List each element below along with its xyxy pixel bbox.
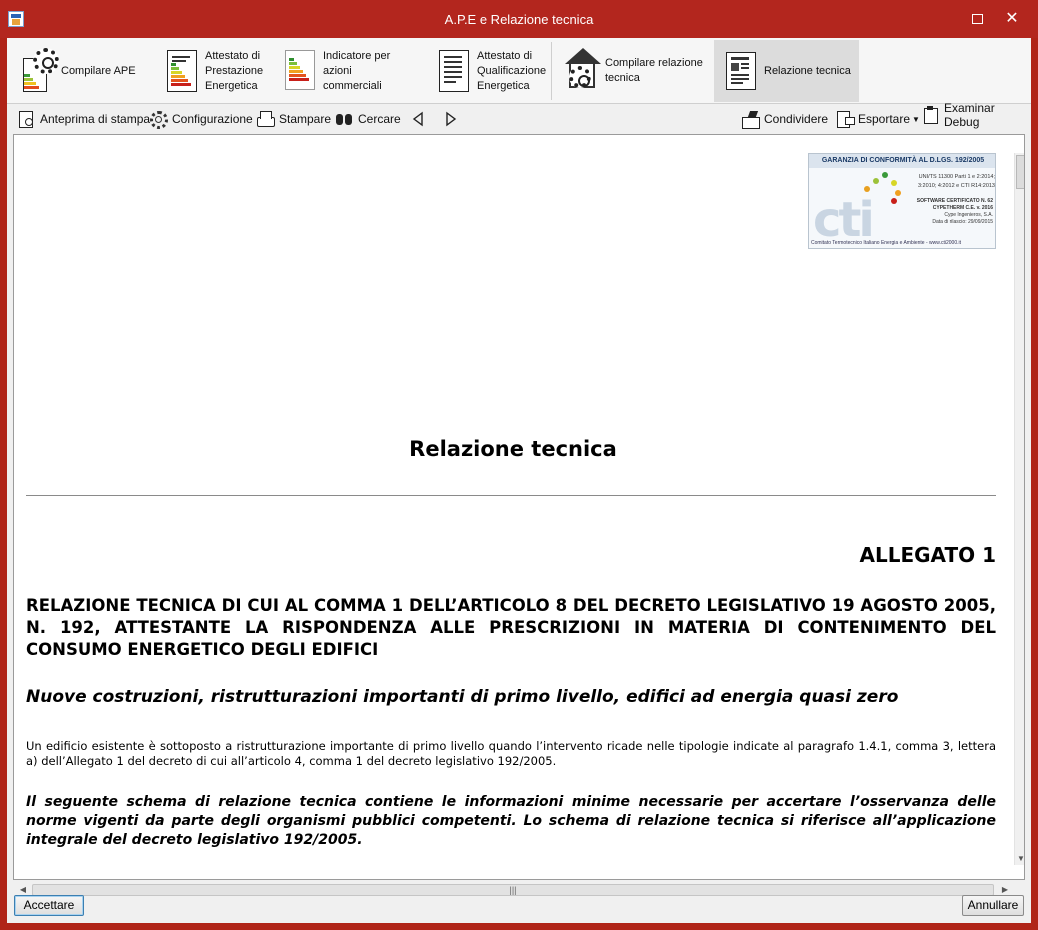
conformity-badge: GARANZIA DI CONFORMITÀ AL D.LGS. 192/200… bbox=[808, 153, 996, 249]
examinar-debug-label: Examinar Debug bbox=[944, 101, 995, 129]
badge-product: CYPETHERM C.E. v. 2016 bbox=[932, 205, 993, 211]
ribbon-label: Attestato di Qualificazione Energetica bbox=[477, 49, 547, 92]
energy-indicator-icon bbox=[281, 48, 319, 94]
badge-footer: Comitato Termotecnico Italiano Energia e… bbox=[811, 240, 961, 246]
section-subheading: Nuove costruzioni, ristrutturazioni impo… bbox=[26, 687, 899, 707]
next-arrow-icon[interactable] bbox=[443, 111, 459, 127]
badge-norms: UNI/TS 11300 Parti 1 e 2:2014; 3:2010; 4… bbox=[917, 174, 995, 189]
print-button[interactable]: Stampare bbox=[256, 109, 331, 129]
close-icon: ✕ bbox=[1005, 10, 1019, 27]
ribbon-separator bbox=[551, 42, 552, 100]
app-window: A.P.E e Relazione tecnica ✕ Compilare AP… bbox=[0, 0, 1038, 930]
body-paragraph: Un edificio esistente è sottoposto a ris… bbox=[26, 739, 996, 768]
badge-certificate: SOFTWARE CERTIFICATO N. 62 CYPETHERM C.E… bbox=[907, 198, 993, 226]
share-button[interactable]: Condividere bbox=[741, 109, 828, 129]
window-title: A.P.E e Relazione tecnica bbox=[444, 12, 594, 27]
document-page: GARANZIA DI CONFORMITÀ AL D.LGS. 192/200… bbox=[14, 135, 1012, 879]
cti-logo: cti bbox=[813, 192, 875, 248]
energy-certificate-icon bbox=[163, 48, 201, 94]
cancel-button[interactable]: Annullare bbox=[962, 895, 1024, 916]
badge-dot bbox=[882, 172, 888, 178]
vertical-scrollbar[interactable]: ▼ bbox=[1014, 153, 1024, 865]
ribbon-label: Indicatore per azioni commerciali bbox=[323, 49, 391, 92]
badge-dot bbox=[873, 178, 879, 184]
accept-button[interactable]: Accettare bbox=[14, 895, 84, 916]
gear-icon bbox=[149, 110, 168, 129]
export-label: Esportare bbox=[858, 112, 911, 126]
vertical-scroll-thumb[interactable] bbox=[1016, 155, 1024, 189]
badge-cert-number: SOFTWARE CERTIFICATO N. 62 bbox=[916, 198, 993, 204]
printer-icon bbox=[256, 110, 275, 128]
previous-arrow-icon[interactable] bbox=[410, 111, 426, 127]
badge-dot bbox=[895, 190, 901, 196]
search-button[interactable]: Cercare bbox=[335, 109, 401, 129]
badge-dot bbox=[891, 180, 897, 186]
binoculars-icon bbox=[335, 110, 353, 128]
scroll-down-icon[interactable]: ▼ bbox=[1015, 853, 1024, 865]
debug-icon bbox=[921, 106, 939, 124]
configuration-label: Configurazione bbox=[172, 112, 253, 126]
print-label: Stampare bbox=[279, 112, 332, 126]
maximize-button[interactable] bbox=[963, 6, 991, 32]
ribbon-attestato-prestazione[interactable]: Attestato di Prestazione Energetica bbox=[155, 40, 264, 102]
chevron-down-icon: ▼ bbox=[912, 114, 920, 124]
badge-dot bbox=[864, 186, 870, 192]
ribbon-label: Relazione tecnica bbox=[764, 64, 851, 77]
horizontal-scrollbar[interactable]: ◀ ||| ▶ bbox=[14, 882, 1017, 898]
horizontal-scroll-thumb[interactable]: ||| bbox=[32, 884, 994, 896]
italic-paragraph: Il seguente schema di relazione tecnica … bbox=[26, 794, 996, 848]
ribbon: Compilare APE Attestato di Prestazione E… bbox=[7, 38, 1031, 104]
ribbon-attestato-qualificazione[interactable]: Attestato di Qualificazione Energetica bbox=[427, 40, 551, 102]
ribbon-compilare-relazione[interactable]: Compilare relazione tecnica bbox=[555, 40, 711, 102]
share-label: Condividere bbox=[764, 112, 829, 126]
search-label: Cercare bbox=[358, 112, 401, 126]
document-title: Relazione tecnica bbox=[409, 437, 617, 461]
house-gear-icon bbox=[563, 48, 601, 94]
section-heading: RELAZIONE TECNICA DI CUI AL COMMA 1 DELL… bbox=[26, 596, 996, 659]
divider bbox=[26, 495, 996, 496]
export-button[interactable]: Esportare ▼ bbox=[835, 109, 920, 129]
export-icon bbox=[835, 110, 855, 128]
share-icon bbox=[741, 110, 760, 129]
badge-dot bbox=[891, 198, 897, 204]
badge-date: Data di rilascio: 29/09/2015 bbox=[932, 219, 993, 225]
print-preview-icon bbox=[17, 110, 35, 128]
print-preview-label: Anteprima di stampa bbox=[40, 112, 151, 126]
qualification-doc-icon bbox=[435, 48, 473, 94]
examinar-debug-button[interactable]: Examinar Debug bbox=[921, 101, 1031, 129]
report-doc-icon bbox=[722, 48, 760, 94]
maximize-icon bbox=[971, 13, 983, 24]
allegato-heading: ALLEGATO 1 bbox=[859, 543, 997, 567]
ribbon-indicatore[interactable]: Indicatore per azioni commerciali bbox=[273, 40, 413, 102]
badge-company: Cype Ingenieros, S.A. bbox=[944, 212, 993, 218]
title-bar[interactable]: A.P.E e Relazione tecnica ✕ bbox=[0, 0, 1038, 38]
ribbon-label: Compilare relazione tecnica bbox=[605, 57, 703, 84]
ribbon-relazione-tecnica[interactable]: Relazione tecnica bbox=[714, 40, 859, 102]
document-viewer[interactable]: GARANZIA DI CONFORMITÀ AL D.LGS. 192/200… bbox=[13, 134, 1025, 880]
client-area: Compilare APE Attestato di Prestazione E… bbox=[7, 38, 1031, 923]
ape-gear-doc-icon bbox=[19, 48, 59, 94]
ribbon-label: Attestato di Prestazione Energetica bbox=[205, 49, 264, 92]
badge-header: GARANZIA DI CONFORMITÀ AL D.LGS. 192/200… bbox=[809, 154, 995, 168]
configuration-button[interactable]: Configurazione bbox=[149, 109, 253, 129]
print-preview-button[interactable]: Anteprima di stampa bbox=[17, 109, 150, 129]
close-button[interactable]: ✕ bbox=[998, 6, 1026, 32]
toolbar: Anteprima di stampa Configurazione Stamp… bbox=[7, 101, 1031, 133]
ribbon-label: Compilare APE bbox=[61, 64, 136, 77]
ribbon-compilare-ape[interactable]: Compilare APE bbox=[11, 40, 145, 102]
